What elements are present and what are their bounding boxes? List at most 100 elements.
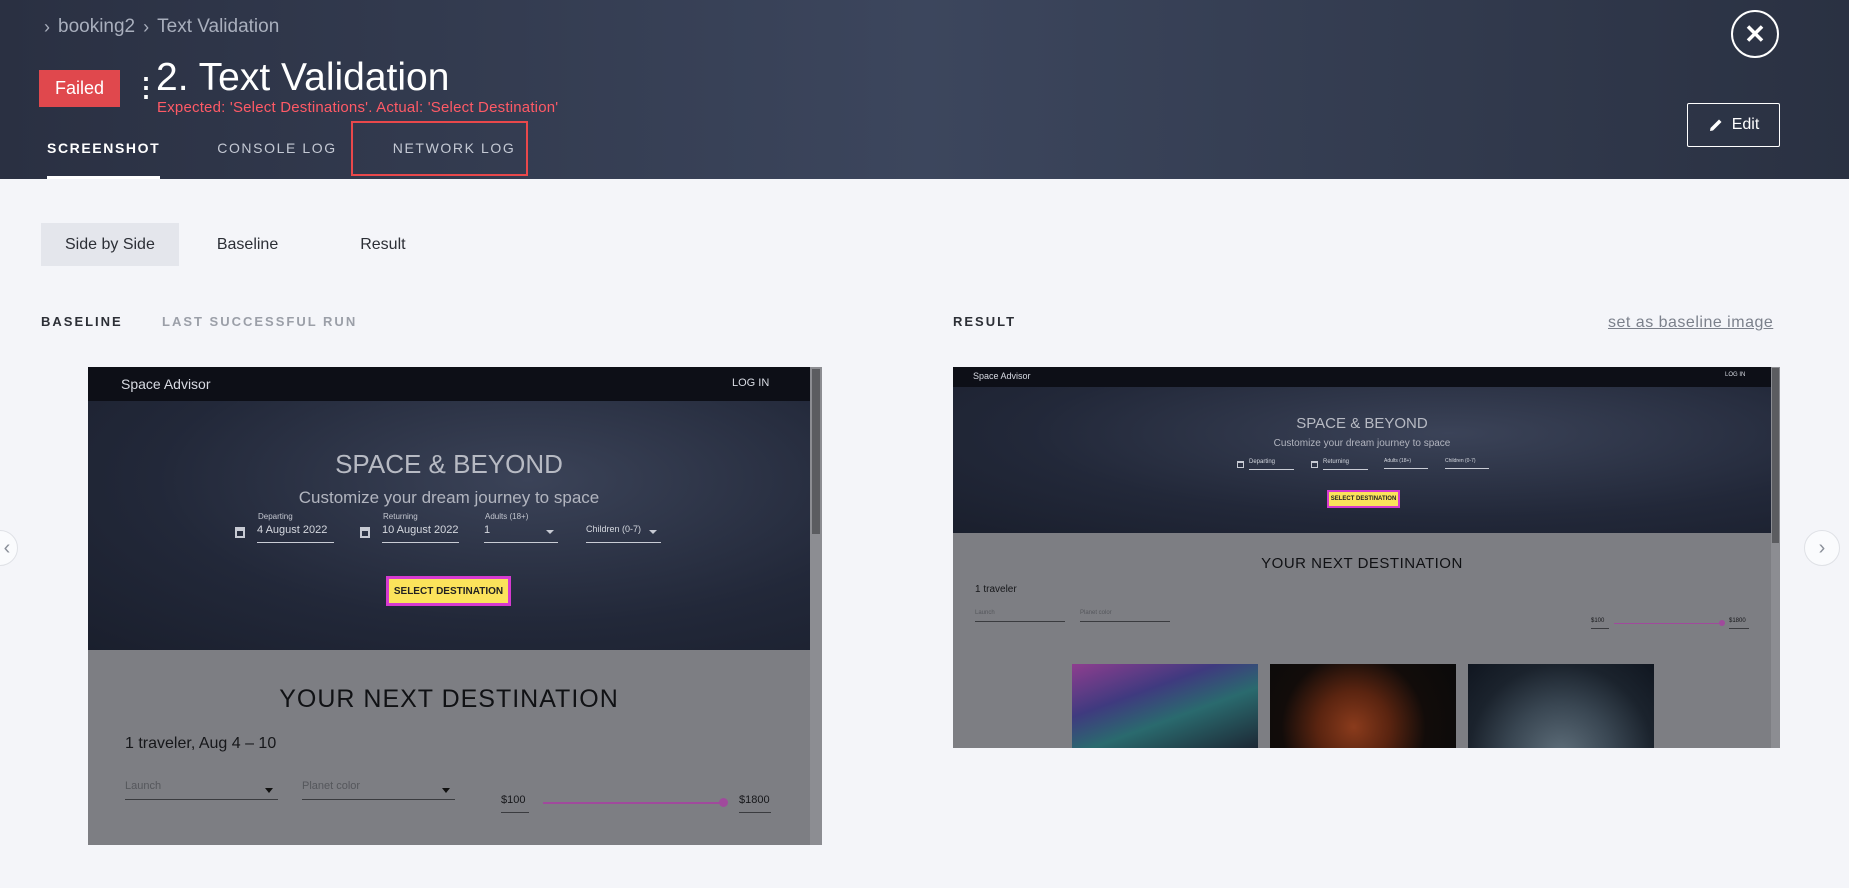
- departing-value: 4 August 2022: [257, 524, 328, 536]
- launch-label: Launch: [975, 610, 995, 616]
- price-max: $1800: [1729, 618, 1749, 629]
- dropdown-icon: [546, 530, 554, 534]
- returning-field: Returning: [1323, 459, 1368, 470]
- price-min: $100: [501, 794, 529, 813]
- hero-title: SPACE & BEYOND: [335, 449, 563, 479]
- tab-baseline[interactable]: Baseline: [193, 223, 302, 266]
- children-select: Children (0-7): [586, 524, 661, 543]
- baseline-screenshot: Space Advisor LOG IN SPACE & BEYOND Cust…: [88, 367, 822, 845]
- result-label: RESULT: [953, 314, 1017, 329]
- adults-label: Adults (18+): [485, 512, 529, 521]
- departing-field: 4 August 2022: [257, 524, 334, 543]
- hero-subtitle: Customize your dream journey to space: [298, 488, 600, 507]
- price-slider: [543, 802, 724, 804]
- price-min-value: $100: [1591, 618, 1605, 624]
- price-max-value: $1800: [1729, 618, 1746, 624]
- planet-color-label: Planet color: [302, 780, 361, 792]
- price-max: $1800: [739, 794, 771, 813]
- last-successful-run-label[interactable]: LAST SUCCESSFUL RUN: [162, 314, 357, 329]
- scrollbar-thumb: [1772, 368, 1779, 543]
- chevron-right-icon: ›: [44, 16, 50, 37]
- brand: Space Advisor: [973, 371, 1031, 381]
- children-label: Children (0-7): [1445, 458, 1476, 464]
- hero-title: SPACE & BEYOND: [1296, 415, 1428, 432]
- set-as-baseline-link[interactable]: set as baseline image: [1608, 314, 1773, 332]
- price-slider: [1614, 623, 1720, 624]
- returning-label: Returning: [1323, 459, 1350, 465]
- calendar-icon: [1237, 461, 1244, 468]
- travelers-summary: 1 traveler, Aug 4 – 10: [125, 735, 277, 752]
- children-label: Children (0-7): [586, 524, 642, 534]
- scrollbar-thumb: [812, 369, 820, 534]
- launch-select: Launch: [125, 780, 278, 800]
- select-destination-button: SELECT DESTINATION: [1327, 490, 1400, 508]
- price-min-value: $100: [501, 794, 526, 806]
- network-log-highlight: [351, 121, 528, 176]
- planet-color-select: Planet color: [1080, 610, 1170, 622]
- calendar-icon: [235, 527, 245, 538]
- dropdown-icon: [442, 788, 450, 793]
- adults-label: Adults (18+): [1384, 458, 1412, 464]
- breadcrumb-item-test: Text Validation: [157, 16, 280, 37]
- previous-button[interactable]: ‹: [0, 530, 18, 566]
- brand: Space Advisor: [121, 376, 211, 392]
- section-title: YOUR NEXT DESTINATION: [279, 685, 619, 713]
- result-screenshot: Space Advisor LOG IN SPACE & BEYOND Cust…: [953, 367, 1780, 748]
- price-min: $100: [1591, 618, 1609, 629]
- adults-select: 1: [484, 524, 558, 543]
- price-slider-handle: [719, 798, 728, 807]
- chevron-left-icon: ‹: [3, 536, 11, 559]
- calendar-icon: [360, 527, 370, 538]
- close-icon: ✕: [1744, 18, 1766, 49]
- baseline-label: BASELINE: [41, 314, 123, 329]
- close-button[interactable]: ✕: [1731, 10, 1779, 58]
- departing-field: Departing: [1249, 459, 1294, 470]
- select-destination-button: SELECT DESTINATION: [386, 576, 511, 606]
- launch-label: Launch: [125, 780, 162, 792]
- planet-color-select: Planet color: [302, 780, 455, 800]
- site-navbar: Space Advisor LOG IN: [953, 367, 1780, 387]
- next-button[interactable]: ›: [1804, 530, 1840, 566]
- section-title: YOUR NEXT DESTINATION: [1261, 555, 1463, 572]
- price-slider-handle: [1719, 620, 1725, 626]
- departing-label: Departing: [1249, 459, 1276, 465]
- login-link: LOG IN: [1725, 372, 1746, 378]
- tab-side-by-side[interactable]: Side by Side: [41, 223, 179, 266]
- test-header: › booking2 › Text Validation Failed ⋮ 2.…: [0, 0, 1849, 179]
- travelers-summary: 1 traveler: [975, 584, 1017, 595]
- tab-result[interactable]: Result: [336, 223, 429, 266]
- breadcrumb: › booking2 › Text Validation: [44, 16, 279, 38]
- returning-field: 10 August 2022: [382, 524, 459, 543]
- edit-button[interactable]: Edit: [1687, 103, 1780, 147]
- page-title: 2. Text Validation: [156, 56, 450, 99]
- adults-select: Adults (18+): [1384, 458, 1428, 469]
- children-select: Children (0-7): [1445, 458, 1489, 469]
- destination-image-earth-night: [1468, 664, 1654, 748]
- status-badge: Failed: [39, 70, 120, 107]
- tab-screenshot[interactable]: SCREENSHOT: [47, 138, 161, 179]
- launch-select: Launch: [975, 610, 1065, 622]
- site-navbar: Space Advisor LOG IN: [88, 367, 822, 401]
- dropdown-icon: [649, 530, 657, 534]
- view-mode-tabs: Side by Side Baseline Result: [41, 223, 444, 266]
- destination-image-mars: [1270, 664, 1456, 748]
- login-link: LOG IN: [732, 377, 770, 389]
- destination-image-aurora: [1072, 664, 1258, 748]
- tab-console-log[interactable]: CONSOLE LOG: [217, 138, 337, 178]
- planet-color-label: Planet color: [1080, 610, 1112, 616]
- pencil-icon: [1709, 119, 1722, 131]
- returning-value: 10 August 2022: [382, 524, 459, 536]
- adults-value: 1: [484, 524, 491, 536]
- departing-label: Departing: [258, 512, 293, 521]
- breadcrumb-item-suite[interactable]: booking2: [58, 16, 135, 38]
- chevron-right-icon: ›: [1818, 536, 1826, 559]
- hero-section: [953, 367, 1780, 533]
- calendar-icon: [1311, 461, 1318, 468]
- returning-label: Returning: [383, 512, 418, 521]
- edit-label: Edit: [1731, 116, 1760, 133]
- price-max-value: $1800: [739, 794, 770, 806]
- error-message: Expected: 'Select Destinations'. Actual:…: [157, 99, 559, 116]
- chevron-right-icon: ›: [143, 16, 150, 37]
- hero-subtitle: Customize your dream journey to space: [1273, 438, 1451, 449]
- dropdown-icon: [265, 788, 273, 793]
